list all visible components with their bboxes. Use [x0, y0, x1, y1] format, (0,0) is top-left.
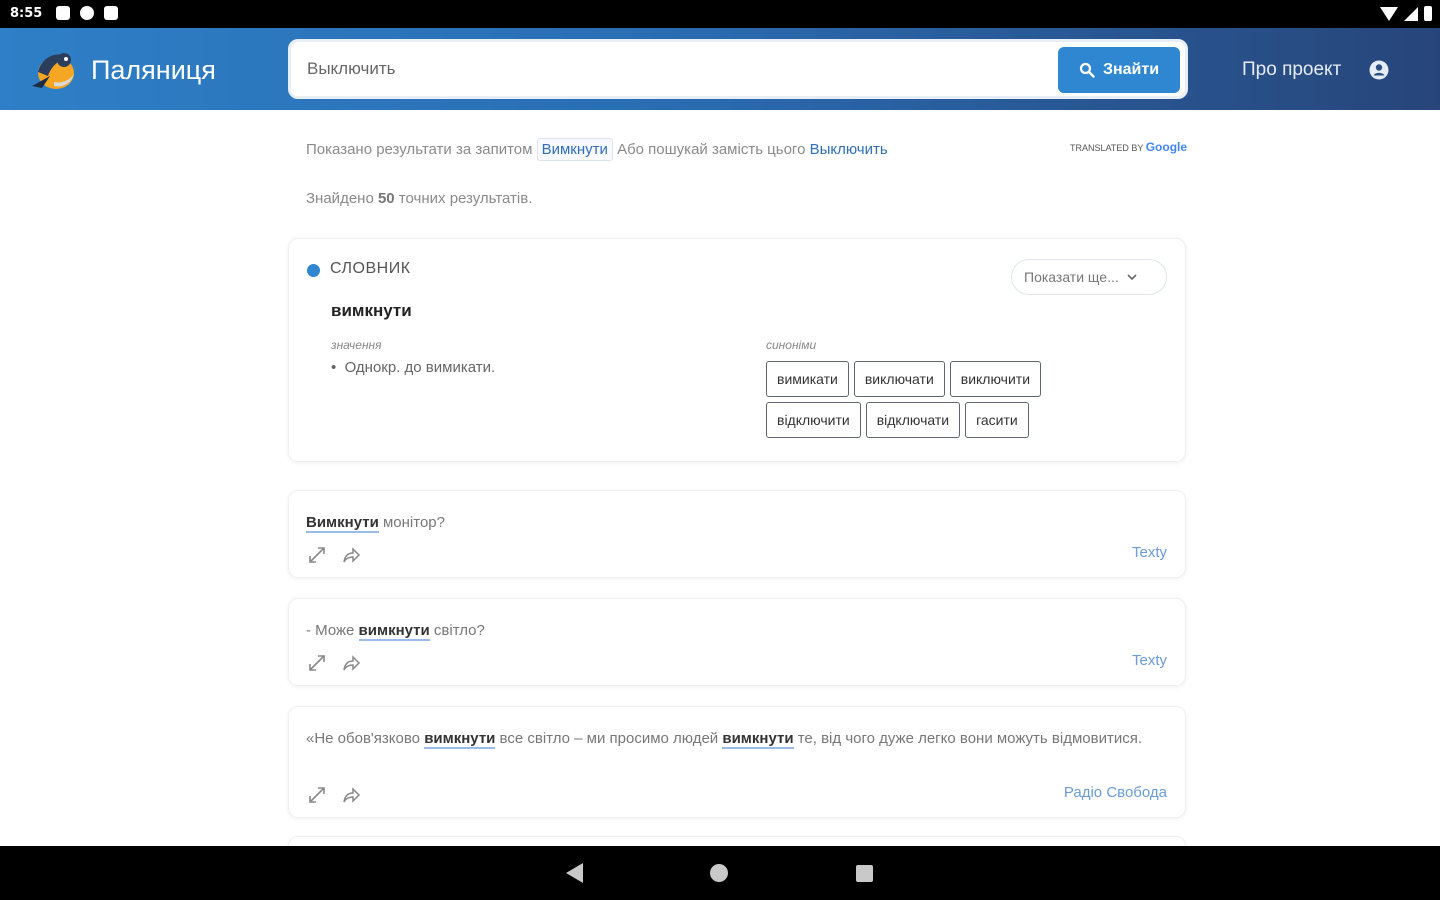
powered-by-text: TRANSLATED BY [1070, 143, 1144, 153]
found-suffix: точних результатів. [398, 190, 533, 207]
share-icon[interactable] [341, 653, 361, 673]
alt-query-link[interactable]: Выключить [810, 141, 888, 158]
example-actions [307, 785, 361, 805]
synonyms-list: вимикати виключати виключити відключити … [766, 361, 1126, 438]
search-button[interactable]: Знайти [1058, 47, 1180, 93]
expand-icon[interactable] [307, 653, 327, 673]
query-correction-notice: Показано результати за запитом Вимкнути … [306, 138, 888, 161]
found-prefix: Знайдено [306, 190, 374, 207]
example-highlight: вимкнути [722, 730, 794, 749]
recent-apps-icon[interactable] [856, 865, 873, 882]
synonyms-label: синоніми [766, 338, 817, 352]
wifi-icon [1380, 6, 1398, 21]
powered-by-google: TRANSLATED BY Google [1070, 140, 1187, 154]
google-logo: Google [1145, 140, 1188, 154]
search-box: Знайти [288, 39, 1188, 99]
example-text-before: «Не обов'язково [306, 730, 425, 747]
example-source-link[interactable]: Texty [1132, 544, 1167, 561]
show-more-button[interactable]: Показати ще... [1011, 259, 1167, 295]
example-text-after: світло? [429, 622, 485, 639]
example-text-after: те, від чого дуже легко вони можуть відм… [793, 730, 1143, 747]
dictionary-section-label: СЛОВНИК [330, 260, 411, 277]
synonym-chip[interactable]: гасити [965, 402, 1029, 438]
notification-icon [56, 6, 70, 20]
synonym-chip[interactable]: відключити [766, 402, 861, 438]
example-text: - Може вимкнути світло? [306, 619, 1166, 643]
results-count: Знайдено 50 точних результатів. [306, 190, 532, 207]
app-header: Паляниця Знайти Про проект [0, 28, 1440, 110]
synonym-chip[interactable]: вимикати [766, 361, 849, 397]
chevron-down-icon [1127, 274, 1137, 281]
search-icon [1079, 62, 1095, 78]
about-link[interactable]: Про проект [1242, 59, 1341, 81]
alt-prefix: Або пошукай замість цього [617, 141, 806, 158]
battery-icon [1424, 6, 1432, 21]
section-dot-icon [307, 264, 320, 277]
example-text: Вимкнути монітор? [306, 511, 1166, 535]
example-highlight: вимкнути [424, 730, 496, 749]
synonym-chip[interactable]: виключати [853, 361, 945, 397]
search-input[interactable] [307, 56, 1047, 82]
found-count: 50 [377, 190, 395, 207]
expand-icon[interactable] [307, 785, 327, 805]
example-card: - Може вимкнути світло? Texty [288, 598, 1186, 686]
example-text-after: монітор? [378, 514, 445, 531]
sd-card-icon [104, 6, 118, 20]
example-highlight: Вимкнути [306, 514, 379, 533]
example-card: «Не обов'язково вимкнути все світло – ми… [288, 706, 1186, 818]
synonym-chip[interactable]: виключити [949, 361, 1042, 397]
example-text-before: - Може [306, 622, 359, 639]
status-time: 8:55 [10, 6, 43, 21]
example-source-link[interactable]: Texty [1132, 652, 1167, 669]
status-bar: 8:55 [0, 0, 1440, 28]
shown-prefix: Показано результати за запитом [306, 141, 533, 158]
home-icon[interactable] [710, 864, 728, 882]
meaning-text: Однокр. до вимикати. [344, 359, 496, 376]
system-icons [1380, 6, 1432, 21]
example-actions [307, 545, 361, 565]
example-actions [307, 653, 361, 673]
example-highlight: вимкнути [358, 622, 430, 641]
corrected-query-chip[interactable]: Вимкнути [536, 138, 613, 161]
signal-icon [1404, 6, 1418, 21]
synonym-chip[interactable]: відключати [865, 402, 961, 438]
example-text-middle: все світло – ми просимо людей [495, 730, 723, 747]
search-button-label: Знайти [1102, 61, 1160, 78]
bullet: • [331, 359, 345, 376]
show-more-label: Показати ще... [1024, 269, 1119, 285]
account-icon[interactable] [1369, 60, 1389, 80]
app-title[interactable]: Паляниця [91, 55, 216, 86]
headword: вимкнути [331, 301, 412, 320]
example-source-link[interactable]: Радіо Свобода [1064, 784, 1167, 801]
share-icon[interactable] [341, 785, 361, 805]
example-card: Вимкнути монітор? Texty [288, 490, 1186, 578]
meaning-label: значення [331, 338, 382, 352]
expand-icon[interactable] [307, 545, 327, 565]
notification-icons [56, 6, 118, 20]
system-nav-bar [0, 846, 1440, 900]
example-text: «Не обов'язково вимкнути все світло – ми… [306, 727, 1166, 751]
dictionary-card: СЛОВНИК Показати ще... вимкнути значення… [288, 238, 1186, 462]
back-icon[interactable] [566, 863, 583, 883]
bird-logo-icon[interactable] [28, 46, 78, 92]
share-icon[interactable] [341, 545, 361, 565]
meaning-item: • Однокр. до вимикати. [331, 359, 495, 376]
notification-icon [80, 6, 94, 20]
